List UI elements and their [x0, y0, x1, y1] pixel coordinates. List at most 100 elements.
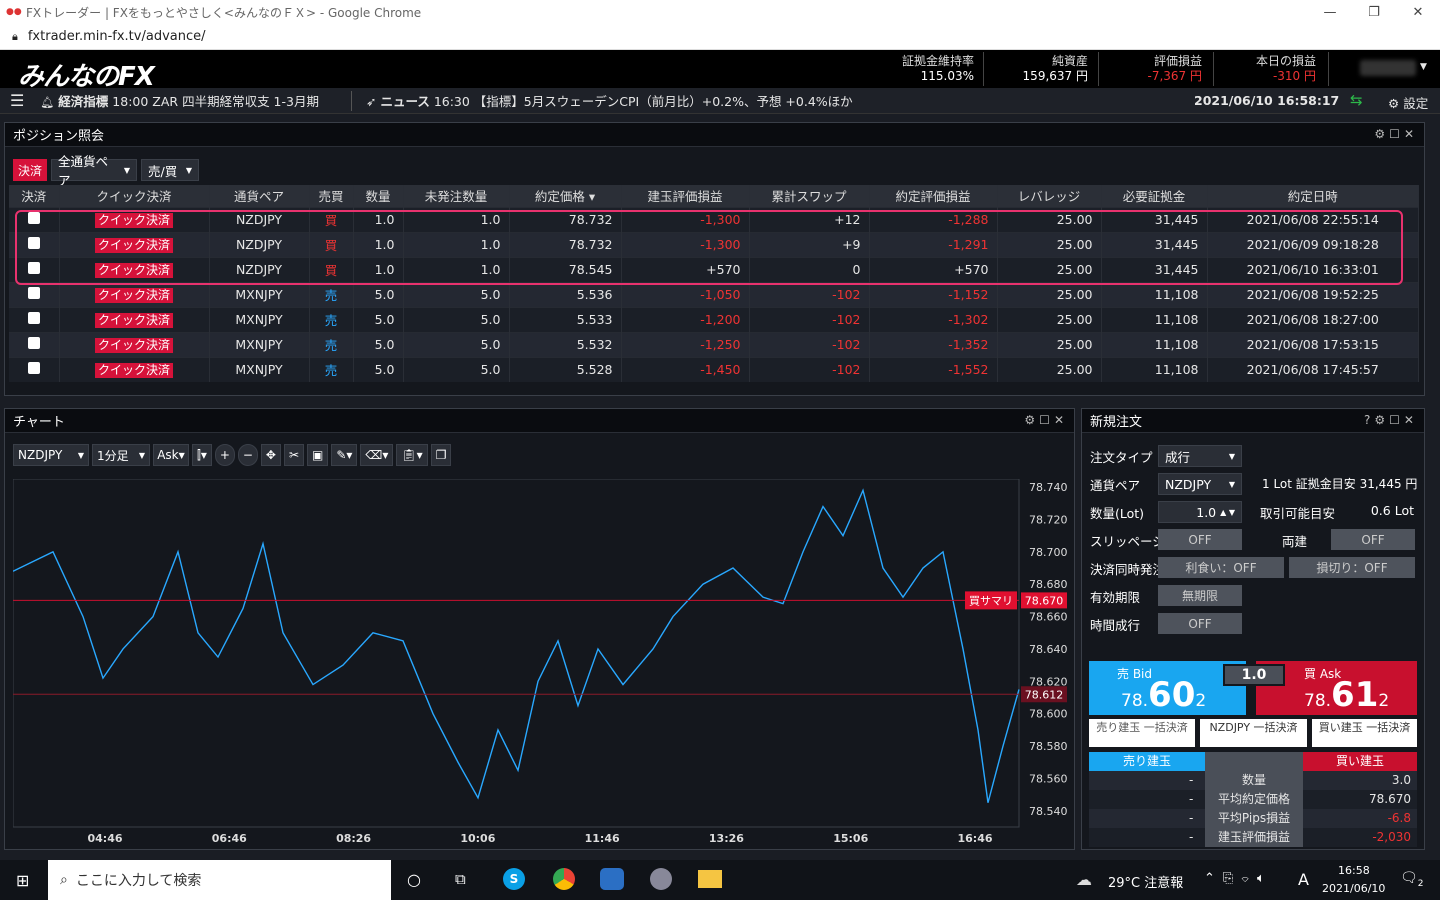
qty-cell: 5.0: [353, 281, 404, 307]
unfilled-cell: 5.0: [403, 281, 510, 307]
zoom-in-icon[interactable]: +: [214, 444, 235, 466]
col-header[interactable]: 決済: [9, 185, 60, 207]
col-header[interactable]: 約定日時: [1207, 185, 1419, 207]
price-chart[interactable]: 78.740 78.720 78.700 78.680 78.660 78.640 78.6…: [13, 479, 1073, 847]
notification-icon[interactable]: 🗨︎2: [1400, 870, 1424, 889]
draw-icon[interactable]: ✎▾: [331, 444, 358, 466]
settle-checkbox[interactable]: [9, 356, 60, 382]
buy-close-all-button[interactable]: 買い建玉 一括決済: [1312, 719, 1417, 747]
summary-row: - 建玉評価損益 -2,030: [1089, 828, 1417, 847]
chrome-favicon-icon: ●●: [6, 7, 22, 17]
windows-start-icon[interactable]: ⊞: [16, 871, 29, 890]
table-row[interactable]: クイック決済 MXNJPY 売 5.0 5.0 5.532 -1,250 -102 -1,352…: [9, 331, 1419, 357]
skype-icon[interactable]: S: [503, 868, 525, 890]
chrome-icon[interactable]: [553, 868, 575, 890]
order-type-select[interactable]: 成行 ▼: [1158, 445, 1242, 467]
table-row[interactable]: クイック決済 MXNJPY 売 5.0 5.0 5.533 -1,200 -102 -1,302…: [9, 306, 1419, 332]
lot-value-display[interactable]: 1.0: [1223, 664, 1285, 686]
account-menu[interactable]: [1360, 60, 1416, 76]
weather-text[interactable]: 29°C 注意報: [1108, 872, 1183, 891]
quick-settle-button[interactable]: クイック決済: [94, 337, 173, 353]
sell-close-all-button[interactable]: 売り建玉 一括決済: [1089, 719, 1195, 747]
chart-interval-select[interactable]: 1分足 ▼: [92, 444, 150, 466]
col-header[interactable]: 約定評価損益: [869, 185, 998, 207]
close-window-icon[interactable]: ✕: [1396, 0, 1440, 24]
cut-icon[interactable]: ✂: [283, 444, 304, 466]
delete-drawing-icon[interactable]: ⌫▾: [360, 444, 394, 466]
col-header[interactable]: 必要証拠金: [1101, 185, 1208, 207]
col-header[interactable]: 数量: [353, 185, 404, 207]
refresh-icon[interactable]: ⇆: [1350, 91, 1363, 109]
news-ticker[interactable]: ➶ ニュース 16:30 【指標】5月スウェーデンCPI（前月比）+0.2%、予…: [366, 91, 853, 110]
summary-label: 数量: [1205, 771, 1303, 790]
pair-filter[interactable]: 全通貨ペア ▼: [51, 154, 138, 188]
col-header[interactable]: 未発注数量: [403, 185, 510, 207]
panel-controls[interactable]: ?⚙☐✕: [1364, 413, 1418, 427]
zoom-out-icon[interactable]: −: [237, 444, 258, 466]
margin-cell: 11,108: [1101, 356, 1208, 382]
task-view-icon[interactable]: ⧉: [455, 870, 466, 888]
slippage-toggle[interactable]: OFF: [1158, 529, 1242, 550]
app-icon[interactable]: [650, 868, 672, 890]
panel-controls[interactable]: ⚙☐✕: [1024, 413, 1068, 427]
app-icon[interactable]: [600, 868, 624, 890]
panel-controls[interactable]: ⚙☐✕: [1374, 127, 1418, 141]
settle-checkbox[interactable]: [9, 331, 60, 357]
col-header[interactable]: 通貨ペア: [209, 185, 310, 207]
save-icon[interactable]: ▣: [307, 444, 329, 466]
restore-icon[interactable]: ❐: [1352, 0, 1396, 24]
quick-settle-button[interactable]: クイック決済: [94, 287, 173, 303]
settle-button[interactable]: 決済: [13, 159, 48, 181]
move-icon[interactable]: ✥: [260, 444, 281, 466]
url-text[interactable]: fxtrader.min-fx.tv/advance/: [28, 29, 206, 44]
summary-buy-value: -6.8: [1387, 811, 1411, 825]
leverage-cell: 25.00: [997, 331, 1102, 357]
settle-checkbox[interactable]: [9, 306, 60, 332]
quick-settle-button[interactable]: クイック決済: [94, 362, 173, 378]
stop-loss-toggle[interactable]: 損切り：OFF: [1289, 557, 1415, 578]
datetime-cell: 2021/06/08 18:27:00: [1207, 306, 1419, 332]
summary-row: - 平均約定価格 78.670: [1089, 790, 1417, 809]
datetime: 2021/06/10 16:58:17: [1194, 93, 1340, 108]
col-header[interactable]: 約定価格 ▾: [509, 185, 622, 207]
clock-date[interactable]: 2021/06/10: [1322, 882, 1385, 895]
econ-indicator[interactable]: 🔔︎ 経済指標 18:00 ZAR 四半期経常収支 1-3月期: [40, 91, 319, 110]
col-header[interactable]: 累計スワップ: [749, 185, 870, 207]
col-header[interactable]: 売買: [309, 185, 354, 207]
chevron-down-icon[interactable]: ▼: [1420, 62, 1427, 72]
take-profit-toggle[interactable]: 利食い：OFF: [1158, 557, 1284, 578]
pair-close-all-button[interactable]: NZDJPY 一括決済: [1200, 719, 1307, 747]
col-header[interactable]: 建玉評価損益: [621, 185, 750, 207]
cortana-icon[interactable]: ○: [407, 870, 421, 889]
table-row[interactable]: クイック決済 MXNJPY 売 5.0 5.0 5.528 -1,450 -102 -1,552…: [9, 356, 1419, 382]
clipboard-icon[interactable]: 📋︎▾: [396, 444, 428, 466]
chart-side-select[interactable]: Ask ▼: [153, 444, 189, 466]
settle-checkbox[interactable]: [9, 281, 60, 307]
summary-sell-value: -: [1189, 830, 1194, 844]
expiry-select[interactable]: 無期限: [1158, 585, 1242, 606]
quick-settle-button[interactable]: クイック決済: [94, 312, 173, 328]
tray-icons[interactable]: ⌃⎘⌔🔈︎: [1204, 871, 1273, 886]
hedge-toggle[interactable]: OFF: [1331, 529, 1415, 550]
table-row[interactable]: クイック決済 MXNJPY 売 5.0 5.0 5.536 -1,050 -102 -1,152…: [9, 281, 1419, 307]
minimize-icon[interactable]: —: [1308, 0, 1352, 24]
time-market-toggle[interactable]: OFF: [1158, 613, 1242, 634]
file-explorer-icon[interactable]: [698, 870, 722, 888]
chart-pair-select[interactable]: NZDJPY ▼: [13, 444, 89, 466]
side-filter[interactable]: 売/買 ▼: [141, 159, 200, 181]
address-bar[interactable]: 🔒︎ fxtrader.min-fx.tv/advance/: [0, 24, 1440, 50]
order-pair-select[interactable]: NZDJPY ▼: [1158, 473, 1242, 495]
settings-button[interactable]: ⚙ 設定: [1388, 93, 1428, 112]
copy-icon[interactable]: ❐: [430, 444, 452, 466]
price-cell: 5.533: [509, 306, 622, 332]
qty-stepper[interactable]: 1.0 ▲ ▼: [1158, 501, 1242, 523]
ime-indicator[interactable]: A: [1298, 870, 1309, 889]
clock-time[interactable]: 16:58: [1338, 864, 1370, 877]
col-header[interactable]: レバレッジ: [997, 185, 1102, 207]
summary-label: 建玉評価損益: [1205, 828, 1303, 847]
col-header[interactable]: クイック決済: [59, 185, 210, 207]
menu-icon[interactable]: ☰: [10, 91, 24, 110]
candle-type-icon[interactable]: ⫿▾: [192, 444, 212, 466]
summary-buy-value: 78.670: [1369, 792, 1411, 806]
taskbar-search[interactable]: ⌕ ここに入力して検索: [48, 860, 391, 900]
